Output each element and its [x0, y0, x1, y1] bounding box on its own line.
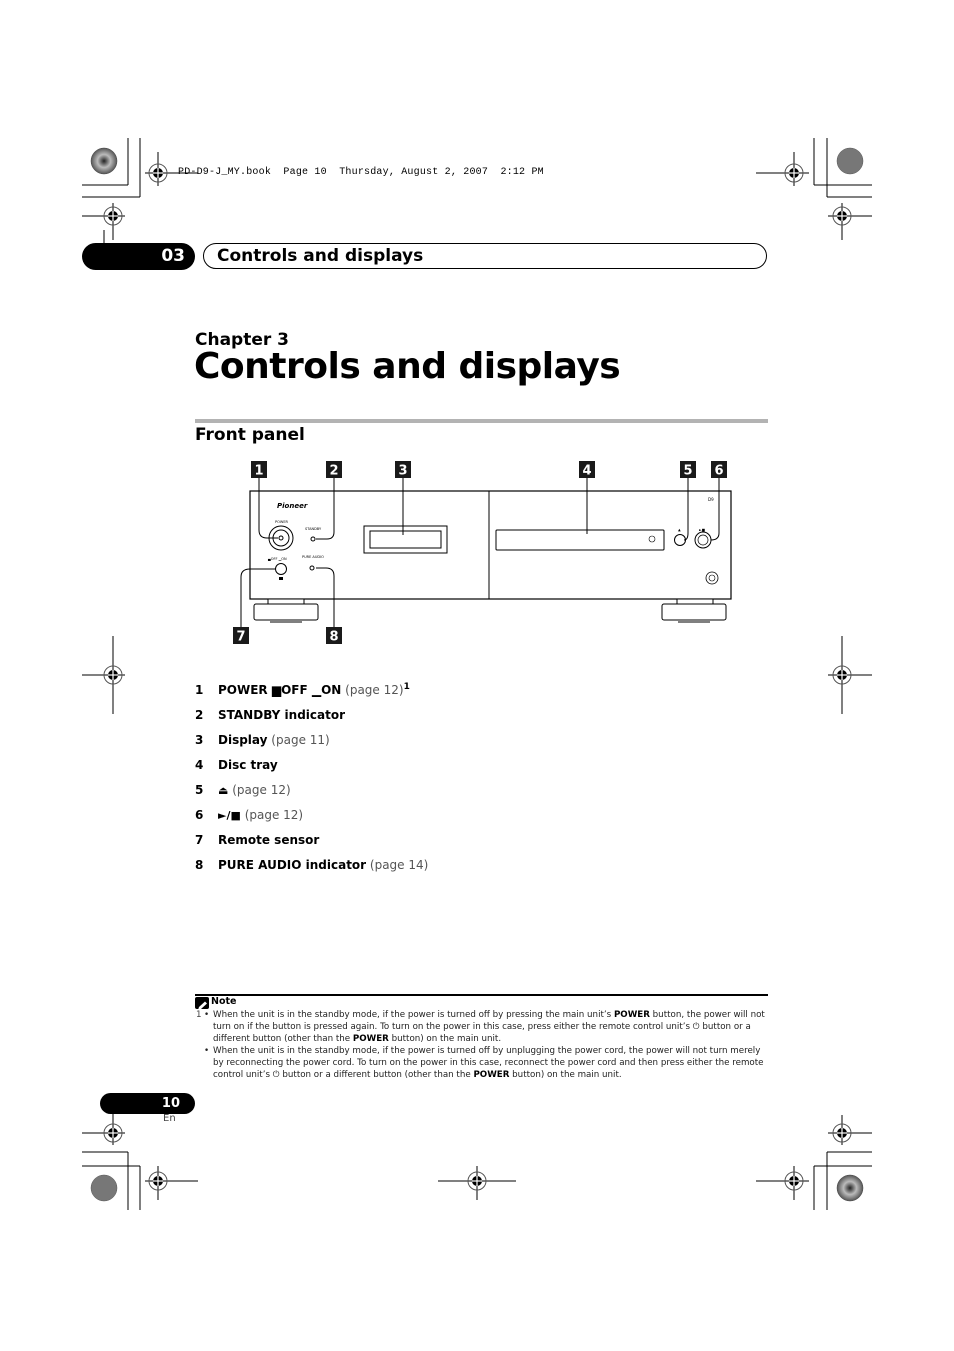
registration-mark-icon [836, 1174, 864, 1202]
list-item: 5 ⏏ (page 12) [195, 783, 291, 797]
eject-button [674, 534, 686, 546]
callout-2: 2 [329, 464, 338, 479]
power-label: POWER [275, 520, 289, 524]
list-item: 7 Remote sensor [195, 833, 320, 847]
standby-label: STANDBY [305, 527, 322, 531]
footnote-mark: 1 [403, 682, 410, 692]
play-stop-button [694, 531, 712, 549]
standby-indicator [310, 536, 316, 542]
right-foot [661, 598, 727, 623]
registration-mark-icon [90, 1174, 118, 1202]
list-item: 4 Disc tray [195, 758, 278, 772]
note-bullet: • When the unit is in the standby mode, i… [204, 1046, 764, 1080]
note-bullet: 1 • When the unit is in the standby mode, … [196, 1010, 765, 1044]
page-reference[interactable]: (page 12) [228, 783, 290, 797]
disc-tray [495, 529, 665, 551]
callout-3: 3 [398, 464, 407, 479]
list-item: 1 POWER ▆OFF ▁ON (page 12)1 [195, 682, 410, 698]
list-item: 3 Display (page 11) [195, 733, 330, 747]
control-list: 1 POWER ▆OFF ▁ON (page 12)1 2 STANDBY indi… [195, 681, 755, 881]
left-foot [253, 598, 319, 623]
callout-8: 8 [329, 630, 338, 645]
page-reference[interactable]: (page 14) [366, 858, 428, 872]
pure-audio-indicator [309, 565, 315, 571]
callout-1: 1 [254, 464, 263, 479]
model-label: D9 [708, 497, 714, 502]
remote-sensor [275, 563, 287, 575]
footnote-number: 1 [196, 1010, 202, 1020]
page-number: 10 [100, 1093, 195, 1114]
play-stop-icon: ►/■ [218, 809, 241, 822]
play-stop-symbol: ►■ [699, 528, 705, 532]
callout-6: 6 [714, 464, 723, 479]
list-item: 6 ►/■ (page 12) [195, 808, 304, 822]
callout-4: 4 [582, 464, 591, 479]
page-reference[interactable]: (page 12) [341, 683, 403, 697]
eject-icon: ⏏ [218, 784, 229, 797]
list-item: 2 STANDBY indicator [195, 708, 346, 722]
eject-symbol: ▲ [678, 528, 681, 532]
note-body: 1 • When the unit is in the standby mode, … [196, 1009, 768, 1081]
page-reference[interactable]: (page 11) [267, 733, 329, 747]
list-item: 8 PURE AUDIO indicator (page 14) [195, 858, 429, 872]
callout-5: 5 [683, 464, 692, 479]
callout-7: 7 [236, 630, 245, 645]
note-label: Note [211, 996, 237, 1007]
page-language: En [163, 1113, 176, 1124]
pencil-note-icon [195, 997, 209, 1010]
brand-logo: Pioneer [277, 502, 308, 510]
page-reference[interactable]: (page 12) [241, 808, 303, 822]
off-on-label: ▄OFF ▁ON [267, 557, 287, 561]
front-panel-figure: Pioneer POWER ▄OFF ▁ON STANDBY PURE AUDI… [233, 461, 732, 645]
note-divider [195, 994, 768, 996]
pure-audio-label: PURE AUDIO [302, 555, 324, 559]
